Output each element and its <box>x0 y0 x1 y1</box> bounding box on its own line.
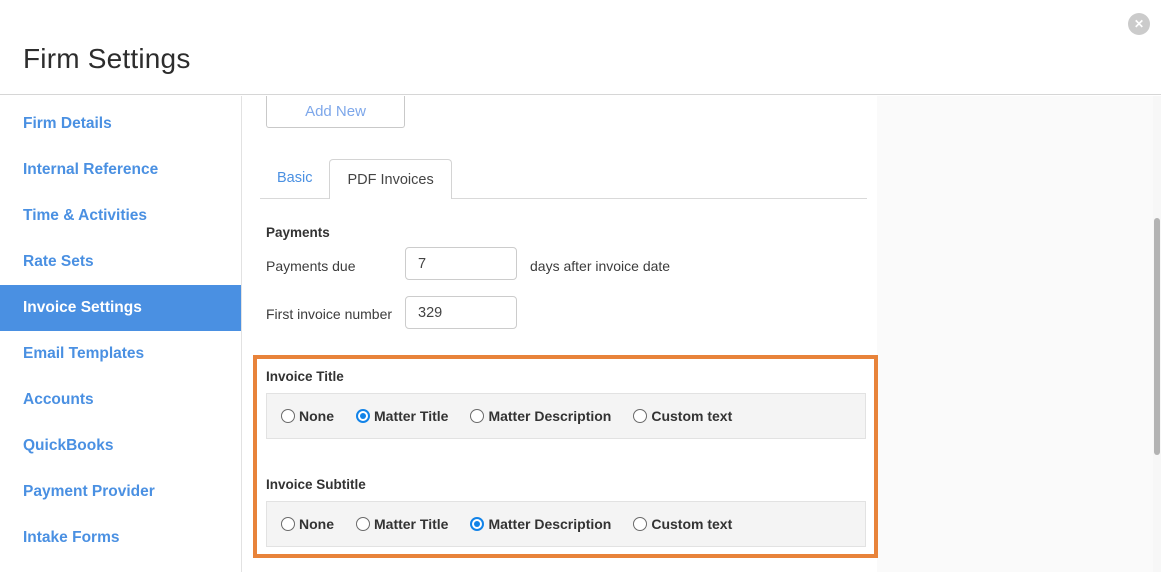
close-button[interactable]: ✕ <box>1128 13 1150 35</box>
payments-due-suffix: days after invoice date <box>530 258 671 274</box>
radio-icon <box>470 517 485 531</box>
radio-option-label: Matter Description <box>488 408 612 424</box>
close-icon: ✕ <box>1133 17 1145 31</box>
radio-option-label: None <box>299 516 334 532</box>
radio-option-label: Matter Title <box>374 408 449 424</box>
tab-basic[interactable]: Basic <box>260 159 329 198</box>
payments-due-input[interactable] <box>405 247 517 280</box>
radio-icon <box>281 517 295 531</box>
first-invoice-number-label: First invoice number <box>266 306 393 322</box>
radio-option-label: Custom text <box>651 516 733 532</box>
invoice-title-option-none[interactable]: None <box>281 408 334 424</box>
add-new-button[interactable]: Add New <box>266 96 405 128</box>
payments-due-label: Payments due <box>266 258 356 274</box>
sidebar-item-payment-provider[interactable]: Payment Provider <box>0 469 241 515</box>
scrollbar[interactable] <box>1153 96 1161 572</box>
settings-sidebar: Firm Details Internal Reference Time & Act… <box>0 96 242 572</box>
page-title: Firm Settings <box>23 43 191 74</box>
radio-icon <box>470 409 485 423</box>
firm-settings-modal: Firm Settings ✕ Firm Details Internal Ref… <box>0 0 1161 572</box>
radio-icon <box>633 517 648 531</box>
content-right-background <box>877 96 1153 572</box>
sidebar-item-email-templates[interactable]: Email Templates <box>0 331 241 377</box>
invoice-title-option-matter-title[interactable]: Matter Title <box>356 408 448 424</box>
sidebar-item-rate-sets[interactable]: Rate Sets <box>0 239 241 285</box>
sidebar-item-internal-reference[interactable]: Internal Reference <box>0 147 241 193</box>
sidebar-item-time-activities[interactable]: Time & Activities <box>0 193 241 239</box>
tab-pdf-invoices[interactable]: PDF Invoices <box>329 159 452 199</box>
radio-icon <box>356 517 370 531</box>
tab-bar: Basic PDF Invoices <box>260 159 867 199</box>
sidebar-item-accounts[interactable]: Accounts <box>0 377 241 423</box>
modal-header: Firm Settings ✕ <box>0 0 1161 95</box>
radio-icon <box>633 409 648 423</box>
invoice-subtitle-option-matter-title[interactable]: Matter Title <box>356 516 448 532</box>
scrollbar-thumb[interactable] <box>1154 218 1160 455</box>
invoice-subtitle-option-custom-text[interactable]: Custom text <box>633 516 732 532</box>
invoice-subtitle-label: Invoice Subtitle <box>266 477 366 492</box>
radio-option-label: Custom text <box>651 408 733 424</box>
invoice-subtitle-option-matter-description[interactable]: Matter Description <box>470 516 611 532</box>
invoice-title-label: Invoice Title <box>266 369 344 384</box>
invoice-subtitle-option-none[interactable]: None <box>281 516 334 532</box>
invoice-title-options: None Matter Title Matter Description Custom… <box>266 393 866 439</box>
radio-option-label: Matter Description <box>488 516 612 532</box>
payments-heading: Payments <box>266 225 330 240</box>
radio-icon <box>356 409 370 423</box>
radio-option-label: None <box>299 408 334 424</box>
invoice-title-option-custom-text[interactable]: Custom text <box>633 408 732 424</box>
invoice-subtitle-options: None Matter Title Matter Description Custom… <box>266 501 866 547</box>
sidebar-item-firm-details[interactable]: Firm Details <box>0 101 241 147</box>
main-content: Add New Basic PDF Invoices Payments Paym… <box>242 96 1161 572</box>
sidebar-item-quickbooks[interactable]: QuickBooks <box>0 423 241 469</box>
sidebar-item-invoice-settings[interactable]: Invoice Settings <box>0 285 241 331</box>
sidebar-item-intake-forms[interactable]: Intake Forms <box>0 515 241 561</box>
radio-icon <box>281 409 295 423</box>
invoice-title-option-matter-description[interactable]: Matter Description <box>470 408 611 424</box>
radio-option-label: Matter Title <box>374 516 449 532</box>
first-invoice-number-input[interactable] <box>405 296 517 329</box>
